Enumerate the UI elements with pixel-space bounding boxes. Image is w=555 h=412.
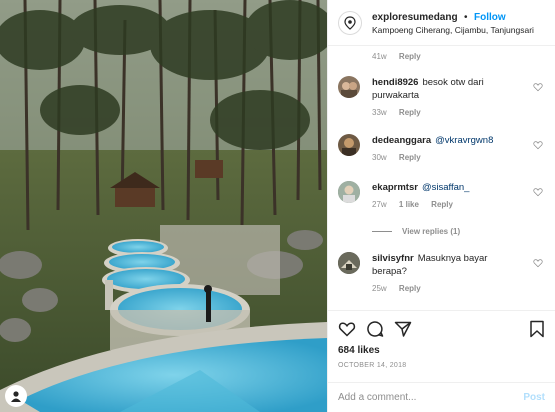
add-comment-bar: Add a comment... Post xyxy=(328,382,555,412)
commenter-username[interactable]: silvisyfnr xyxy=(372,253,414,264)
comment-time: 41w xyxy=(372,52,387,61)
avatar-photo xyxy=(338,252,360,274)
comment-time: 25w xyxy=(372,284,387,293)
heart-icon[interactable] xyxy=(533,140,543,150)
avatar-photo xyxy=(338,181,360,203)
commenter-avatar[interactable] xyxy=(338,76,360,98)
commenter-avatar[interactable] xyxy=(338,252,360,274)
avatar-photo xyxy=(342,138,356,156)
reply-button[interactable]: Reply xyxy=(399,108,421,117)
post-header: exploresumedang • Follow Kampoeng Cihera… xyxy=(328,0,555,46)
post-photo[interactable] xyxy=(0,0,327,412)
location-pin-icon xyxy=(344,15,356,30)
person-icon xyxy=(11,391,21,402)
profile-avatar[interactable] xyxy=(338,10,362,35)
heart-icon[interactable] xyxy=(533,82,543,92)
location-link[interactable]: Kampoeng Ciherang, Cijambu, Tanjungsari xyxy=(372,24,534,36)
post-modal: exploresumedang • Follow Kampoeng Cihera… xyxy=(0,0,555,412)
heart-icon[interactable] xyxy=(533,258,543,268)
reply-button[interactable]: Reply xyxy=(431,200,453,209)
post-actions: 684 likes OCTOBER 14, 2018 xyxy=(328,310,555,382)
commenter-username[interactable]: hendi8926 xyxy=(372,77,418,88)
comment-item: hendi8926 besok otw dari purwakarta 33w R… xyxy=(338,76,545,117)
post-comment-button[interactable]: Post xyxy=(523,392,545,403)
reply-button[interactable]: Reply xyxy=(399,284,421,293)
mention-link[interactable]: @sisaffan_ xyxy=(422,182,470,193)
post-date[interactable]: OCTOBER 14, 2018 xyxy=(338,362,545,369)
reply-button[interactable]: Reply xyxy=(399,153,421,162)
mention-link[interactable]: @vkravrgwn8 xyxy=(435,135,493,146)
separator-dot: • xyxy=(464,11,468,23)
comment-icon[interactable] xyxy=(366,320,384,338)
likes-count[interactable]: 684 likes xyxy=(338,345,545,356)
share-icon[interactable] xyxy=(394,320,412,338)
avatar-photo xyxy=(341,82,357,98)
comments-list[interactable]: 41w Reply hendi8926 besok otw dari purwak… xyxy=(328,46,555,310)
tagged-user-icon[interactable] xyxy=(5,385,27,407)
commenter-avatar[interactable] xyxy=(338,134,360,156)
view-replies-button[interactable]: View replies (1) xyxy=(372,227,460,236)
previous-comment-meta: 41w Reply xyxy=(372,52,431,61)
commenter-username[interactable]: dedeanggara xyxy=(372,135,431,146)
commenter-avatar[interactable] xyxy=(338,181,360,203)
comment-item: dedeanggara @vkravrgwn8 30w Reply xyxy=(338,134,545,162)
commenter-username[interactable]: ekaprmtsr xyxy=(372,182,418,193)
comment-item: silvisyfnr Masuknya bayar berapa? 25w Rep… xyxy=(338,252,545,293)
header-text: exploresumedang • Follow Kampoeng Cihera… xyxy=(372,10,534,36)
view-replies-label: View replies (1) xyxy=(402,227,461,236)
action-icons xyxy=(338,319,545,339)
username-link[interactable]: exploresumedang xyxy=(372,12,458,23)
comment-item: ekaprmtsr @sisaffan_ 27w 1 like Reply xyxy=(338,181,545,209)
post-sidebar: exploresumedang • Follow Kampoeng Cihera… xyxy=(327,0,555,412)
comment-input[interactable]: Add a comment... xyxy=(338,392,523,403)
comment-time: 27w xyxy=(372,200,387,209)
divider-line xyxy=(372,231,392,232)
heart-icon[interactable] xyxy=(338,320,356,338)
comment-like-count[interactable]: 1 like xyxy=(399,200,419,209)
follow-button[interactable]: Follow xyxy=(474,12,506,23)
comment-time: 33w xyxy=(372,108,387,117)
heart-icon[interactable] xyxy=(533,187,543,197)
forest-pool-image xyxy=(0,0,327,412)
comment-time: 30w xyxy=(372,153,387,162)
reply-button[interactable]: Reply xyxy=(399,52,421,61)
bookmark-icon[interactable] xyxy=(529,320,545,338)
